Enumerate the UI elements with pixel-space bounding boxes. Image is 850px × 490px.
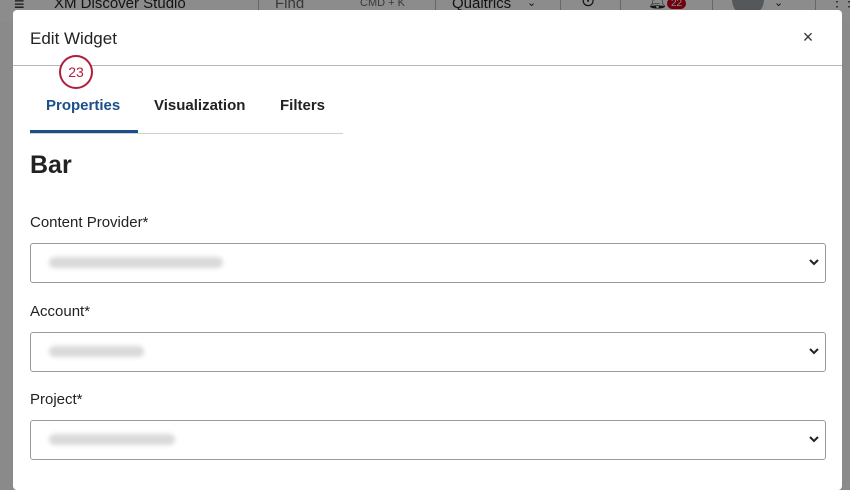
account-label: Account* <box>30 303 91 320</box>
chevron-down-icon <box>809 259 819 266</box>
account-select[interactable]: account-name <box>30 332 826 372</box>
edit-widget-dialog: Edit Widget × 23 Properties Visualizatio… <box>13 10 842 490</box>
project-label: Project* <box>30 391 83 408</box>
project-select[interactable]: project-name <box>30 420 826 460</box>
chevron-down-icon <box>809 348 819 355</box>
active-tab-indicator <box>30 130 138 133</box>
find-shortcut: CMD + K <box>360 0 405 9</box>
select-value: account-name <box>49 346 144 357</box>
notification-badge: 22 <box>667 0 687 9</box>
close-icon: × <box>802 27 814 47</box>
dialog-title: Edit Widget <box>30 29 117 48</box>
tab-properties[interactable]: Properties <box>46 97 120 114</box>
bell-icon[interactable]: 🔔︎ <box>648 0 667 10</box>
chevron-down-icon: ⌄ <box>774 0 784 9</box>
content-provider-label: Content Provider* <box>30 214 149 231</box>
tab-visualization[interactable]: Visualization <box>154 97 245 114</box>
section-title: Bar <box>30 151 72 179</box>
close-button[interactable]: × <box>799 28 817 46</box>
chevron-down-icon <box>809 436 819 443</box>
tab-filters[interactable]: Filters <box>280 97 325 114</box>
chevron-down-icon: ⌄ <box>527 0 537 9</box>
dialog-header: Edit Widget × <box>13 10 842 66</box>
app-grid-icon[interactable]: ⋮⋮ <box>830 0 850 10</box>
select-value: project-name <box>49 434 175 445</box>
select-value: content-provider <box>49 257 223 268</box>
step-badge: 23 <box>59 55 93 89</box>
content-provider-select[interactable]: content-provider <box>30 243 826 283</box>
tab-bar: Properties Visualization Filters <box>30 86 343 134</box>
